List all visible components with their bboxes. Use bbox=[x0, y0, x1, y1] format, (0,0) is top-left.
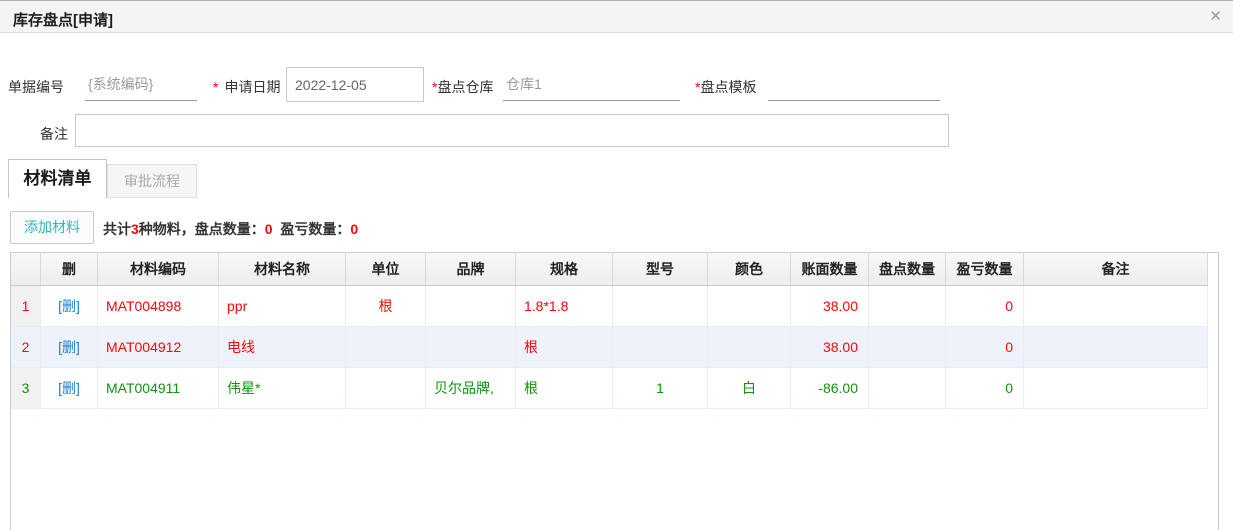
dialog-title: 库存盘点[申请] bbox=[13, 9, 113, 30]
table-row: 3[删]MAT004911伟星* 贝尔品牌,根1白-86.00 0 bbox=[11, 368, 1208, 409]
unit-cell bbox=[346, 327, 426, 368]
count-qty-cell bbox=[869, 368, 946, 409]
col-header-unit: 单位 bbox=[346, 253, 426, 285]
col-header-book-qty: 账面数量 bbox=[791, 253, 869, 285]
tab-material-list[interactable]: 材料清单 bbox=[8, 159, 107, 198]
col-header-color: 颜色 bbox=[708, 253, 791, 285]
inventory-count-dialog: 库存盘点[申请] ✕ 单据编号 *申请日期 *盘点仓库 *盘点模板 备注 材料清… bbox=[0, 0, 1233, 530]
table-row: 2[删]MAT004912电线 根 38.00 0 bbox=[11, 327, 1208, 368]
brand-cell bbox=[426, 327, 516, 368]
table-row: 1[删]MAT004898ppr根 1.8*1.8 38.00 0 bbox=[11, 286, 1208, 327]
color-cell bbox=[708, 327, 791, 368]
col-header-material-code: 材料编码 bbox=[98, 253, 219, 285]
material-name-cell: 伟星* bbox=[219, 368, 346, 409]
required-asterisk: * bbox=[213, 79, 218, 95]
delete-link-cell[interactable]: [删] bbox=[41, 286, 98, 327]
book-qty-cell: 38.00 bbox=[791, 286, 869, 327]
remark-input[interactable] bbox=[75, 114, 949, 147]
row-number-cell: 1 bbox=[11, 286, 41, 327]
col-header-model: 型号 bbox=[613, 253, 708, 285]
warehouse-label: *盘点仓库 bbox=[432, 77, 493, 97]
warehouse-field[interactable] bbox=[503, 70, 680, 101]
col-header-count-qty: 盘点数量 bbox=[869, 253, 946, 285]
model-cell: 1 bbox=[613, 368, 708, 409]
tab-approval-flow[interactable]: 审批流程 bbox=[107, 164, 197, 198]
material-name-cell: ppr bbox=[219, 286, 346, 327]
row-number-cell: 3 bbox=[11, 368, 41, 409]
material-code-cell: MAT004911 bbox=[98, 368, 219, 409]
unit-cell: 根 bbox=[346, 286, 426, 327]
add-material-button[interactable]: 添加材料 bbox=[10, 211, 94, 244]
diff-qty-value: 0 bbox=[350, 221, 358, 237]
count-qty-cell bbox=[869, 286, 946, 327]
summary-text: 共计3种物料，盘点数量：0 盈亏数量：0 bbox=[103, 219, 358, 239]
color-cell: 白 bbox=[708, 368, 791, 409]
remark-cell bbox=[1024, 286, 1208, 327]
grid-body: 1[删]MAT004898ppr根1.8*1.838.0002[删]MAT004… bbox=[11, 286, 1218, 409]
row-number-cell: 2 bbox=[11, 327, 41, 368]
remark-cell bbox=[1024, 368, 1208, 409]
count-qty-cell bbox=[869, 327, 946, 368]
col-header-material-name: 材料名称 bbox=[219, 253, 346, 285]
delete-link-cell[interactable]: [删] bbox=[41, 368, 98, 409]
model-cell bbox=[613, 327, 708, 368]
total-count: 3 bbox=[131, 221, 139, 237]
model-cell bbox=[613, 286, 708, 327]
bill-no-label: 单据编号 bbox=[8, 77, 64, 97]
spec-cell: 1.8*1.8 bbox=[516, 286, 613, 327]
spec-cell: 根 bbox=[516, 368, 613, 409]
apply-date-label: *申请日期 bbox=[213, 77, 280, 97]
template-label: *盘点模板 bbox=[695, 77, 756, 97]
dialog-header: 库存盘点[申请] ✕ bbox=[0, 0, 1233, 33]
brand-cell bbox=[426, 286, 516, 327]
col-header-diff-qty: 盈亏数量 bbox=[946, 253, 1024, 285]
color-cell bbox=[708, 286, 791, 327]
delete-link-cell[interactable]: [删] bbox=[41, 327, 98, 368]
col-header-remark: 备注 bbox=[1024, 253, 1208, 285]
remark-label: 备注 bbox=[40, 124, 68, 144]
diff-qty-cell: 0 bbox=[946, 286, 1024, 327]
col-header-brand: 品牌 bbox=[426, 253, 516, 285]
unit-cell bbox=[346, 368, 426, 409]
apply-date-input[interactable] bbox=[286, 67, 424, 102]
col-header-row-number bbox=[11, 253, 41, 285]
diff-qty-cell: 0 bbox=[946, 327, 1024, 368]
col-header-spec: 规格 bbox=[516, 253, 613, 285]
template-field[interactable] bbox=[768, 70, 940, 101]
brand-cell: 贝尔品牌, bbox=[426, 368, 516, 409]
col-header-delete-link: 删 bbox=[41, 253, 98, 285]
diff-qty-cell: 0 bbox=[946, 368, 1024, 409]
bill-no-field[interactable] bbox=[85, 70, 197, 101]
count-qty-value: 0 bbox=[265, 221, 273, 237]
grid-header-row: 删材料编码材料名称单位品牌规格型号颜色账面数量盘点数量盈亏数量备注 bbox=[11, 253, 1208, 286]
close-icon[interactable]: ✕ bbox=[1209, 8, 1222, 26]
material-name-cell: 电线 bbox=[219, 327, 346, 368]
book-qty-cell: -86.00 bbox=[791, 368, 869, 409]
material-code-cell: MAT004898 bbox=[98, 286, 219, 327]
material-grid: 删材料编码材料名称单位品牌规格型号颜色账面数量盘点数量盈亏数量备注 1[删]MA… bbox=[10, 252, 1219, 530]
remark-cell bbox=[1024, 327, 1208, 368]
book-qty-cell: 38.00 bbox=[791, 327, 869, 368]
spec-cell: 根 bbox=[516, 327, 613, 368]
material-code-cell: MAT004912 bbox=[98, 327, 219, 368]
